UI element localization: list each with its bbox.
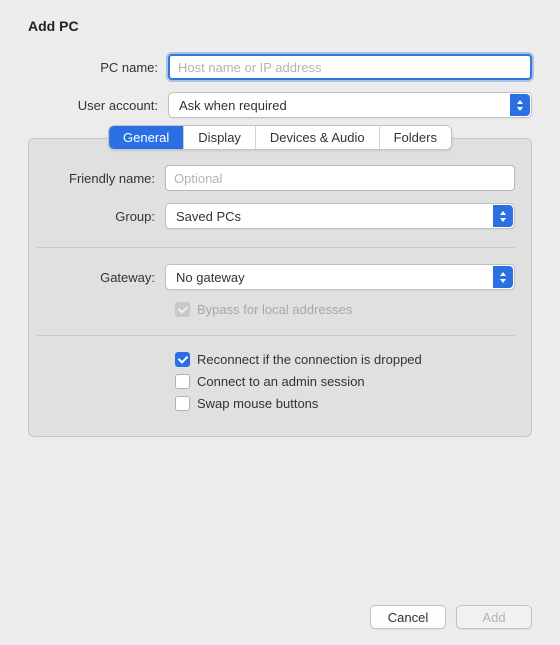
user-account-value: Ask when required — [179, 98, 287, 113]
reconnect-label: Reconnect if the connection is dropped — [197, 352, 422, 367]
dialog-title: Add PC — [28, 18, 532, 34]
swap-label: Swap mouse buttons — [197, 396, 318, 411]
gateway-value: No gateway — [176, 270, 245, 285]
updown-icon — [510, 94, 530, 116]
settings-tabs: General Display Devices & Audio Folders — [108, 125, 452, 150]
tab-folders[interactable]: Folders — [380, 126, 451, 149]
swap-checkbox[interactable] — [175, 396, 190, 411]
user-account-select[interactable]: Ask when required — [168, 92, 532, 118]
gateway-select[interactable]: No gateway — [165, 264, 515, 290]
updown-icon — [493, 266, 513, 288]
user-account-label: User account: — [28, 98, 168, 113]
tab-devices-audio[interactable]: Devices & Audio — [256, 126, 380, 149]
bypass-checkbox — [175, 302, 190, 317]
divider — [37, 247, 515, 248]
friendly-name-input[interactable] — [165, 165, 515, 191]
tab-display[interactable]: Display — [184, 126, 256, 149]
admin-label: Connect to an admin session — [197, 374, 365, 389]
friendly-name-label: Friendly name: — [37, 171, 165, 186]
tab-general[interactable]: General — [109, 126, 184, 149]
add-button[interactable]: Add — [456, 605, 532, 629]
group-select[interactable]: Saved PCs — [165, 203, 515, 229]
pc-name-input[interactable] — [168, 54, 532, 80]
group-label: Group: — [37, 209, 165, 224]
reconnect-checkbox[interactable] — [175, 352, 190, 367]
pc-name-label: PC name: — [28, 60, 168, 75]
group-value: Saved PCs — [176, 209, 241, 224]
gateway-label: Gateway: — [37, 270, 165, 285]
divider — [37, 335, 515, 336]
admin-checkbox[interactable] — [175, 374, 190, 389]
updown-icon — [493, 205, 513, 227]
cancel-button[interactable]: Cancel — [370, 605, 446, 629]
bypass-label: Bypass for local addresses — [197, 302, 352, 317]
